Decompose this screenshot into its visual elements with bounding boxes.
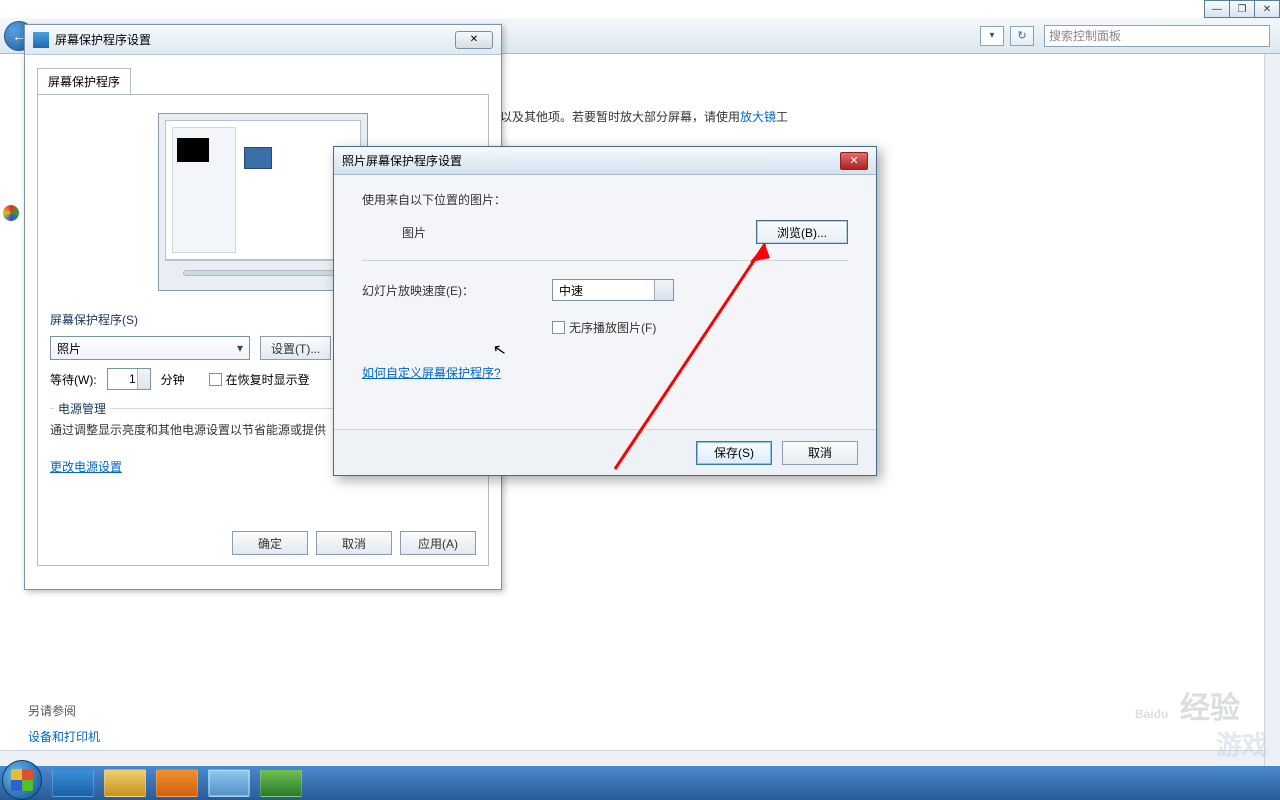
- watermark-game: 游戏: [1216, 725, 1268, 762]
- tab-screensaver[interactable]: 屏幕保护程序: [37, 68, 131, 95]
- wait-unit: 分钟: [161, 371, 185, 388]
- photos-cancel-button[interactable]: 取消: [782, 441, 858, 465]
- vertical-scrollbar[interactable]: [1264, 54, 1280, 766]
- horizontal-scrollbar[interactable]: [0, 750, 1264, 766]
- screensaver-combo[interactable]: 照片: [50, 336, 250, 360]
- magnifier-link[interactable]: 放大镜: [740, 110, 776, 124]
- taskbar-media-icon[interactable]: [156, 769, 198, 797]
- save-button[interactable]: 保存(S): [696, 441, 772, 465]
- shuffle-checkbox[interactable]: 无序播放图片(F): [552, 319, 656, 336]
- cancel-button[interactable]: 取消: [316, 531, 392, 555]
- wait-spin[interactable]: 1: [107, 368, 151, 390]
- slideshow-speed-label: 幻灯片放映速度(E)：: [362, 282, 552, 299]
- resume-checkbox[interactable]: 在恢复时显示登: [209, 371, 310, 388]
- window-maximize-button[interactable]: ❐: [1229, 0, 1255, 18]
- address-dropdown[interactable]: ▾: [980, 26, 1004, 46]
- background-help-text: 以及其他项。若要暂时放大部分屏幕，请使用放大镜工: [500, 108, 788, 125]
- wait-label: 等待(W):: [50, 371, 97, 388]
- change-power-link[interactable]: 更改电源设置: [50, 458, 122, 475]
- customize-help-link[interactable]: 如何自定义屏幕保护程序?: [362, 364, 501, 381]
- dialog-close-button[interactable]: ✕: [455, 31, 493, 49]
- refresh-button[interactable]: ↻: [1010, 26, 1034, 46]
- dialog-icon: [33, 32, 49, 48]
- use-pictures-from-label: 使用来自以下位置的图片：: [362, 191, 848, 208]
- watermark-baidu: Baidu 经验: [1135, 680, 1240, 728]
- photos-dialog-close-button[interactable]: ✕: [840, 152, 868, 170]
- photos-dialog-titlebar[interactable]: 照片屏幕保护程序设置 ✕: [334, 147, 876, 175]
- power-group-title: 电源管理: [54, 400, 110, 417]
- slideshow-speed-combo[interactable]: 中速▼: [552, 279, 674, 301]
- ok-button[interactable]: 确定: [232, 531, 308, 555]
- taskbar-explorer-icon[interactable]: [104, 769, 146, 797]
- taskbar-controlpanel-icon[interactable]: [208, 769, 250, 797]
- window-close-button[interactable]: ✕: [1254, 0, 1280, 18]
- taskbar-ie-icon[interactable]: [52, 769, 94, 797]
- taskbar-app-icon[interactable]: [260, 769, 302, 797]
- devices-printers-link[interactable]: 设备和打印机: [28, 728, 100, 745]
- shield-icon: [3, 205, 19, 221]
- dialog-titlebar[interactable]: 屏幕保护程序设置 ✕: [25, 25, 501, 55]
- browse-button[interactable]: 浏览(B)...: [756, 220, 848, 244]
- photos-screensaver-dialog: 照片屏幕保护程序设置 ✕ 使用来自以下位置的图片： 图片 浏览(B)... 幻灯…: [333, 146, 877, 476]
- photos-dialog-title: 照片屏幕保护程序设置: [342, 152, 462, 169]
- taskbar: [0, 766, 1280, 800]
- dialog-title: 屏幕保护程序设置: [55, 31, 151, 48]
- window-minimize-button[interactable]: —: [1204, 0, 1230, 18]
- settings-button[interactable]: 设置(T)...: [260, 336, 331, 360]
- start-button[interactable]: [2, 760, 42, 800]
- pictures-folder-label: 图片: [362, 224, 552, 241]
- apply-button[interactable]: 应用(A): [400, 531, 476, 555]
- search-input[interactable]: 搜索控制面板: [1044, 25, 1270, 47]
- see-also-heading: 另请参阅: [28, 702, 76, 719]
- divider: [362, 260, 848, 261]
